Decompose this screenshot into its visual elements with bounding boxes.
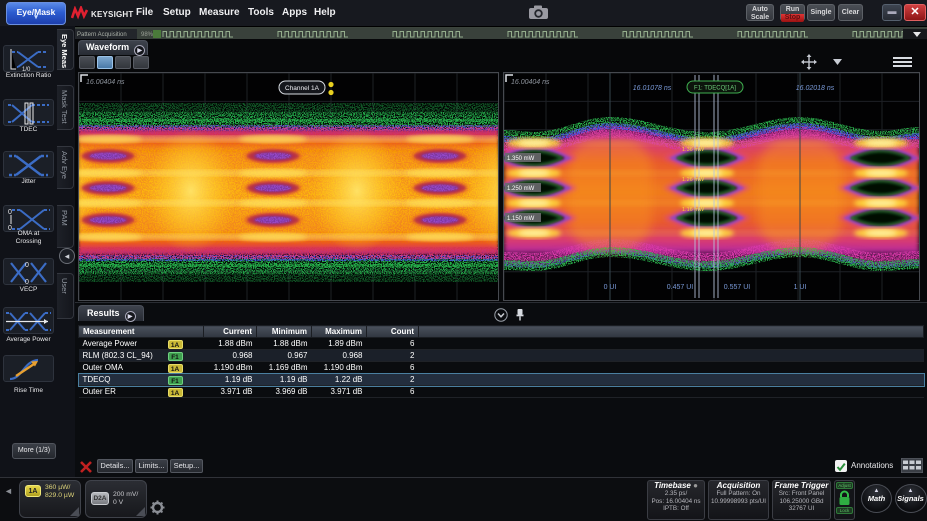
svg-text:16.00404 ns: 16.00404 ns [86, 79, 125, 86]
svg-text:98%: 98% [141, 32, 154, 38]
svg-text:0: 0 [25, 262, 29, 269]
svg-text:1.36 mW: 1.36 mW [682, 147, 705, 153]
svg-text:0: 0 [8, 209, 12, 216]
svg-text:16.02018 ns: 16.02018 ns [796, 85, 835, 92]
svg-text:0.557 UI: 0.557 UI [724, 284, 751, 291]
svg-text:1.250 mW: 1.250 mW [507, 186, 535, 192]
svg-text:1.350 mW: 1.350 mW [507, 156, 535, 162]
svg-text:16.01078 ns: 16.01078 ns [633, 85, 672, 92]
svg-text:1.150 mW: 1.150 mW [507, 216, 535, 222]
svg-text:Channel 1A: Channel 1A [285, 85, 320, 92]
svg-text:1.26 mW: 1.26 mW [682, 177, 705, 183]
svg-text:1.16 mW: 1.16 mW [682, 207, 705, 213]
svg-text:0.457 UI: 0.457 UI [667, 284, 694, 291]
svg-text:0 UI: 0 UI [604, 284, 617, 291]
svg-text:16.00404 ns: 16.00404 ns [511, 79, 550, 86]
svg-text:Pattern Acquisition: Pattern Acquisition [77, 32, 127, 38]
svg-text:1 UI: 1 UI [794, 284, 807, 291]
svg-text:0: 0 [25, 279, 29, 286]
svg-text:F1: TDECQ[1A]: F1: TDECQ[1A] [694, 86, 736, 92]
